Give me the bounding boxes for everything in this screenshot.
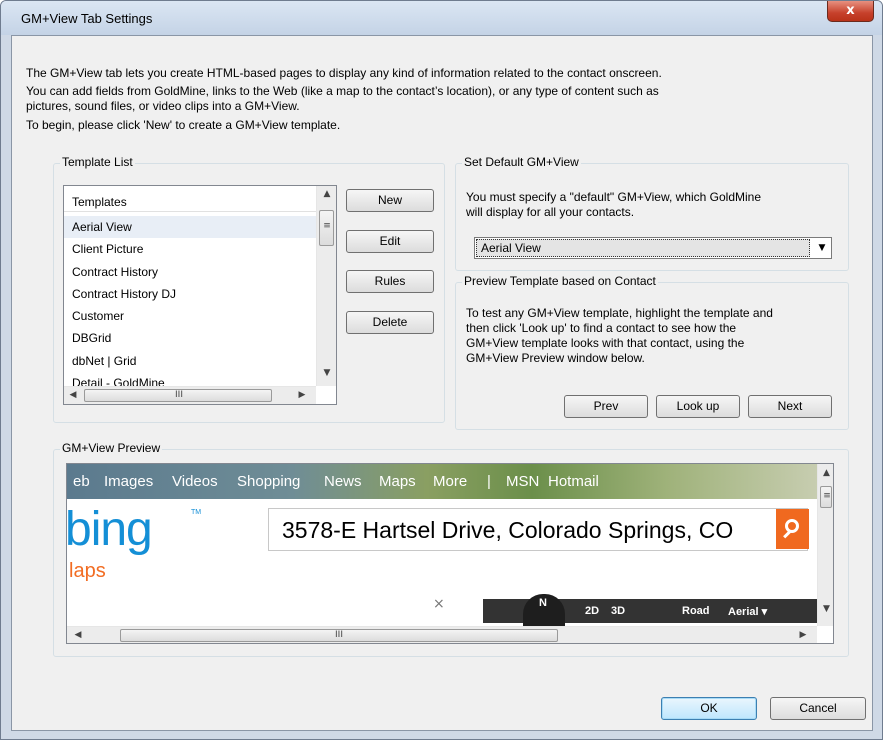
bing-logo[interactable]: bing — [67, 502, 153, 557]
nav-link-msn[interactable]: MSN — [506, 473, 539, 490]
list-item[interactable]: Detail - GoldMine — [64, 372, 316, 386]
map-search-input[interactable]: 3578-E Hartsel Drive, Colorado Springs, … — [268, 508, 808, 551]
list-item[interactable]: Client Picture — [64, 238, 316, 260]
preview-template-legend: Preview Template based on Contact — [462, 274, 658, 288]
scroll-up-icon[interactable]: ▲ — [320, 189, 334, 199]
gm-preview-legend: GM+View Preview — [60, 441, 163, 455]
list-item[interactable]: dbNet | Grid — [64, 350, 316, 372]
scroll-left-icon[interactable]: ◀ — [67, 390, 79, 400]
close-button[interactable]: x — [827, 1, 874, 22]
nav-separator: | — [487, 473, 491, 490]
nav-link-images[interactable]: Images — [104, 473, 153, 490]
nav-link-news[interactable]: News — [324, 473, 362, 490]
scroll-thumb[interactable]: ≡ — [820, 486, 832, 508]
chevron-down-icon[interactable]: ▼ — [813, 238, 831, 258]
grip-icon: III — [175, 390, 183, 400]
scroll-down-icon[interactable]: ▼ — [320, 368, 334, 378]
preview-horizontal-scrollbar[interactable]: ◀ III ▶ — [67, 626, 817, 643]
list-item[interactable]: Contract History DJ — [64, 283, 316, 305]
scroll-thumb[interactable]: ≡ — [319, 210, 334, 246]
templates-horizontal-scrollbar[interactable]: ◀ III ▶ — [64, 386, 316, 404]
nav-link-maps[interactable]: Maps — [379, 473, 416, 490]
list-item[interactable]: Contract History — [64, 261, 316, 283]
rules-button[interactable]: Rules — [346, 270, 434, 293]
intro-line-2: You can add fields from GoldMine, links … — [26, 84, 659, 98]
nav-link-shopping[interactable]: Shopping — [237, 473, 300, 490]
scroll-down-icon[interactable]: ▼ — [820, 604, 833, 614]
gm-preview-browser[interactable]: eb Images Videos Shopping News Maps More… — [66, 463, 834, 644]
map-2d-button[interactable]: 2D — [585, 605, 599, 617]
intro-line-1: The GM+View tab lets you create HTML-bas… — [26, 66, 662, 80]
default-view-text-1: You must specify a "default" GM+View, wh… — [466, 190, 762, 204]
intro-line-4: To begin, please click 'New' to create a… — [26, 118, 341, 132]
default-view-text-2: will display for all your contacts. — [466, 205, 635, 219]
close-icon[interactable]: × — [433, 596, 445, 612]
preview-text-1: To test any GM+View template, highlight … — [466, 306, 773, 320]
templates-column-header[interactable]: Templates — [64, 186, 316, 212]
compass-north-label: N — [539, 597, 547, 609]
grip-icon: ≡ — [823, 491, 831, 501]
scroll-right-icon[interactable]: ▶ — [296, 390, 308, 400]
templates-list-items: Aerial View Client Picture Contract Hist… — [64, 216, 316, 386]
search-icon[interactable] — [776, 509, 809, 549]
bing-nav-bar: eb Images Videos Shopping News Maps More… — [67, 464, 817, 499]
intro-line-3: pictures, sound files, or video clips in… — [26, 99, 300, 113]
nav-link-web[interactable]: eb — [73, 473, 90, 490]
nav-link-more[interactable]: More — [433, 473, 467, 490]
scroll-thumb[interactable]: III — [120, 629, 558, 642]
window-title: GM+View Tab Settings — [21, 11, 153, 26]
next-button[interactable]: Next — [748, 395, 832, 418]
intro-text: The GM+View tab lets you create HTML-bas… — [26, 66, 846, 133]
map-3d-button[interactable]: 3D — [611, 605, 625, 617]
scroll-left-icon[interactable]: ◀ — [72, 630, 84, 640]
template-list-legend: Template List — [60, 155, 135, 169]
default-view-selected-value: Aerial View — [476, 239, 810, 257]
maps-section-label: laps — [69, 560, 106, 582]
cancel-button[interactable]: Cancel — [770, 697, 866, 720]
delete-button[interactable]: Delete — [346, 311, 434, 334]
lookup-button[interactable]: Look up — [656, 395, 740, 418]
grip-icon: III — [335, 630, 343, 640]
scroll-up-icon[interactable]: ▲ — [820, 468, 833, 478]
default-view-select[interactable]: Aerial View ▼ — [474, 237, 832, 259]
trademark-mark: TM — [191, 509, 202, 516]
preview-text-2: then click 'Look up' to find a contact t… — [466, 321, 737, 335]
preview-text-4: GM+View Preview window below. — [466, 351, 645, 365]
grip-icon: ≡ — [323, 221, 331, 231]
map-search-query: 3578-E Hartsel Drive, Colorado Springs, … — [282, 517, 734, 543]
prev-button[interactable]: Prev — [564, 395, 648, 418]
nav-link-videos[interactable]: Videos — [172, 473, 218, 490]
preview-vertical-scrollbar[interactable]: ▲ ≡ ▼ — [817, 464, 833, 626]
map-aerial-button[interactable]: Aerial ▾ — [728, 605, 767, 618]
title-bar[interactable]: GM+View Tab Settings x — [1, 1, 882, 35]
edit-button[interactable]: Edit — [346, 230, 434, 253]
ok-button[interactable]: OK — [661, 697, 757, 720]
map-road-button[interactable]: Road — [682, 605, 710, 617]
default-view-legend: Set Default GM+View — [462, 155, 581, 169]
templates-vertical-scrollbar[interactable]: ▲ ≡ ▼ — [316, 186, 336, 386]
preview-text-3: GM+View template looks with that contact… — [466, 336, 745, 350]
scroll-thumb[interactable]: III — [84, 389, 272, 402]
list-item[interactable]: Customer — [64, 305, 316, 327]
scroll-right-icon[interactable]: ▶ — [797, 630, 809, 640]
compass-icon[interactable]: N — [523, 594, 565, 626]
nav-link-hotmail[interactable]: Hotmail — [548, 473, 599, 490]
new-button[interactable]: New — [346, 189, 434, 212]
list-item[interactable]: Aerial View — [64, 216, 316, 239]
list-item[interactable]: DBGrid — [64, 327, 316, 349]
templates-listbox[interactable]: Templates Aerial View Client Picture Con… — [63, 185, 337, 405]
